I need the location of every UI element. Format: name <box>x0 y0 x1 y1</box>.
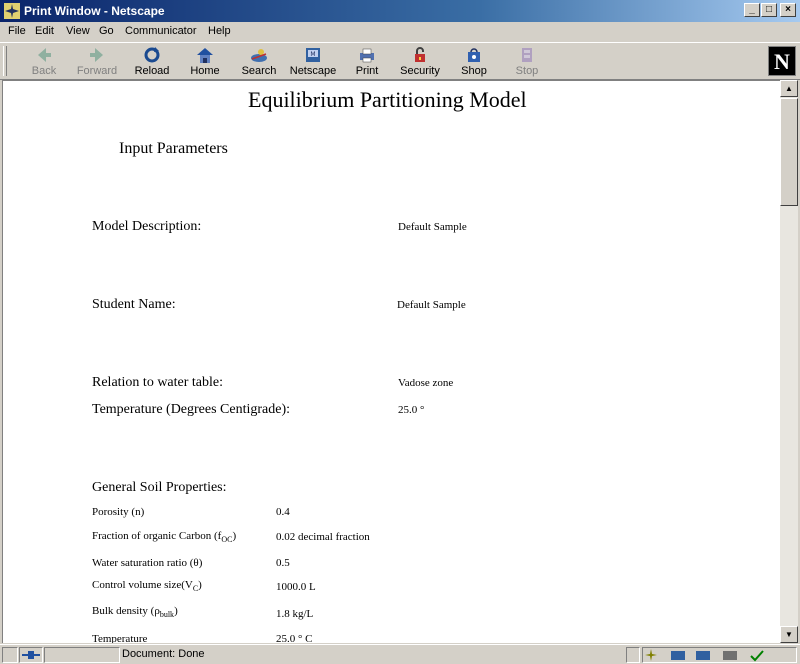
menu-bar: File Edit View Go Communicator Help <box>0 22 800 42</box>
back-label: Back <box>16 65 72 77</box>
menu-help[interactable]: Help <box>208 25 231 37</box>
security-button[interactable]: Security <box>392 45 448 79</box>
page-title: Equilibrium Partitioning Model <box>248 87 527 113</box>
print-icon <box>357 46 377 64</box>
soil-temperature-value: 25.0 ° C <box>276 633 313 643</box>
reload-label: Reload <box>124 65 180 77</box>
water-saturation-value: 0.5 <box>276 557 290 569</box>
shop-label: Shop <box>446 65 502 77</box>
search-label: Search <box>231 65 287 77</box>
menu-view[interactable]: View <box>66 25 90 37</box>
stop-label: Stop <box>499 65 555 77</box>
control-volume-label-close: ) <box>198 579 202 591</box>
reload-button[interactable]: Reload <box>124 45 180 79</box>
porosity-label: Porosity (n) <box>92 506 144 518</box>
print-label: Print <box>339 65 395 77</box>
stop-button[interactable]: Stop <box>499 45 555 79</box>
component-icons <box>643 648 796 662</box>
bulk-density-subscript: bulk <box>160 610 174 619</box>
home-label: Home <box>177 65 233 77</box>
forward-label: Forward <box>69 65 125 77</box>
input-parameters-heading: Input Parameters <box>119 140 228 158</box>
navigation-toolbar: Back Forward Reload Home Search <box>0 42 800 80</box>
back-button[interactable]: Back <box>16 45 72 79</box>
security-status-icon[interactable] <box>626 647 640 663</box>
component-bar-icon[interactable] <box>2 647 18 663</box>
toolbar-grip[interactable] <box>3 46 7 76</box>
model-description-value: Default Sample <box>398 221 467 233</box>
menu-communicator[interactable]: Communicator <box>125 25 197 37</box>
control-volume-value: 1000.0 L <box>276 581 316 593</box>
bulk-density-value: 1.8 kg/L <box>276 608 313 620</box>
temperature-label: Temperature (Degrees Centigrade): <box>92 402 290 418</box>
shop-button[interactable]: Shop <box>446 45 502 79</box>
netscape-icon: M <box>303 46 323 64</box>
organic-carbon-subscript: OC <box>221 535 232 544</box>
reload-icon <box>142 46 162 64</box>
organic-carbon-label: Fraction of organic Carbon (fOC) <box>92 530 236 544</box>
forward-button[interactable]: Forward <box>69 45 125 79</box>
menu-edit[interactable]: Edit <box>35 25 54 37</box>
close-button[interactable]: × <box>780 3 796 17</box>
water-table-label: Relation to water table: <box>92 375 223 391</box>
temperature-value: 25.0 ° <box>398 404 424 416</box>
model-description-label: Model Description: <box>92 219 201 235</box>
water-table-value: Vadose zone <box>398 377 453 389</box>
student-name-value: Default Sample <box>397 299 466 311</box>
shop-icon <box>464 46 484 64</box>
menu-file[interactable]: File <box>8 25 26 37</box>
progress-panel <box>44 647 120 663</box>
scroll-thumb[interactable] <box>780 98 798 206</box>
print-button[interactable]: Print <box>339 45 395 79</box>
status-text: Document: Done <box>122 648 205 660</box>
minimize-button[interactable]: _ <box>744 3 760 17</box>
svg-text:M: M <box>310 51 315 58</box>
scroll-down-button[interactable]: ▼ <box>780 626 798 643</box>
water-saturation-label: Water saturation ratio (θ) <box>92 557 202 569</box>
vertical-scrollbar[interactable]: ▲ ▼ <box>780 80 798 643</box>
lock-icon <box>410 46 430 64</box>
control-volume-label-text: Control volume size(V <box>92 579 193 591</box>
security-label: Security <box>392 65 448 77</box>
netscape-button[interactable]: M Netscape <box>285 45 341 79</box>
scroll-up-button[interactable]: ▲ <box>780 80 798 97</box>
organic-carbon-value: 0.02 decimal fraction <box>276 531 370 543</box>
menu-go[interactable]: Go <box>99 25 114 37</box>
bulk-density-label: Bulk density (ρbulk) <box>92 605 178 619</box>
control-volume-label: Control volume size(VC) <box>92 579 202 593</box>
netscape-app-icon <box>4 3 20 19</box>
organic-carbon-label-close: ) <box>232 530 236 542</box>
home-button[interactable]: Home <box>177 45 233 79</box>
porosity-value: 0.4 <box>276 506 290 518</box>
home-icon <box>195 46 215 64</box>
back-arrow-icon <box>34 46 54 64</box>
organic-carbon-label-text: Fraction of organic Carbon (f <box>92 530 221 542</box>
forward-arrow-icon <box>87 46 107 64</box>
stop-icon <box>517 46 537 64</box>
netscape-label: Netscape <box>285 65 341 77</box>
bulk-density-label-text: Bulk density (ρ <box>92 605 160 617</box>
student-name-label: Student Name: <box>92 297 176 313</box>
window-title: Print Window - Netscape <box>24 4 165 18</box>
status-bar: Document: Done <box>0 644 800 664</box>
soil-temperature-label: Temperature <box>92 633 147 643</box>
page-content[interactable]: Equilibrium Partitioning Model Input Par… <box>2 80 780 643</box>
connection-icon <box>19 647 43 663</box>
search-icon <box>249 46 269 64</box>
search-button[interactable]: Search <box>231 45 287 79</box>
title-bar[interactable]: Print Window - Netscape _ □ × <box>0 0 800 22</box>
soil-properties-heading: General Soil Properties: <box>92 480 227 496</box>
plug-icon <box>20 648 42 662</box>
bulk-density-label-close: ) <box>174 605 178 617</box>
netscape-logo[interactable]: N <box>768 46 796 76</box>
component-icons-panel <box>642 647 797 663</box>
maximize-button[interactable]: □ <box>761 3 777 17</box>
